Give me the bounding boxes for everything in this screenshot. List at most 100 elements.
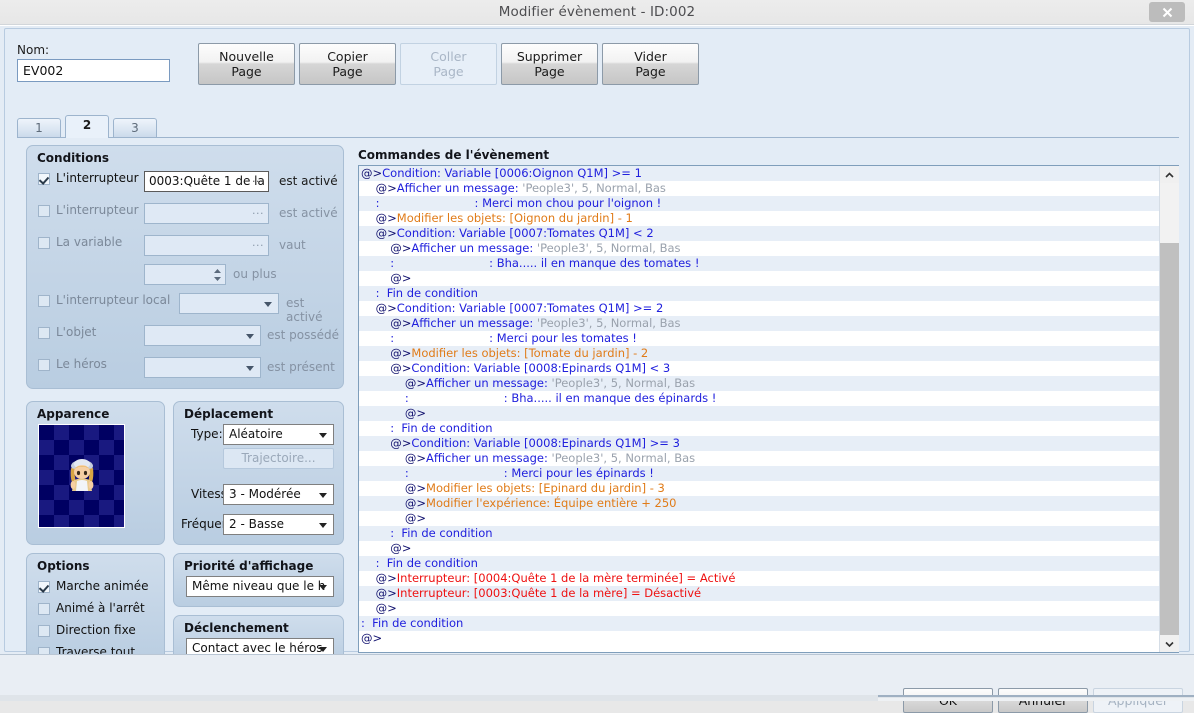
condition-checkbox-switch-2[interactable] (38, 205, 50, 217)
command-token: @> (375, 211, 397, 225)
command-token: @> (375, 601, 397, 615)
command-row[interactable]: @>Afficher un message: 'People3', 5, Nor… (359, 241, 1159, 256)
priority-select[interactable]: Même niveau que le h (186, 576, 334, 597)
command-row[interactable]: @> (359, 541, 1159, 556)
close-button[interactable] (1149, 2, 1185, 22)
condition-switch-1-field[interactable]: 0003:Quête 1 de la ··· (144, 171, 269, 192)
command-row[interactable]: @>Afficher un message: 'People3', 5, Nor… (359, 376, 1159, 391)
chevron-down-icon (246, 366, 254, 371)
command-row[interactable]: @>Modifier les objets: [Oignon du jardin… (359, 211, 1159, 226)
command-token: Condition: Variable [0007:Tomates Q1M] <… (396, 226, 654, 240)
command-row[interactable]: @>Afficher un message: 'People3', 5, Nor… (359, 181, 1159, 196)
command-row[interactable]: @> (359, 271, 1159, 286)
command-token: Afficher un message: (411, 241, 537, 255)
copy-page-button[interactable]: Copier Page (299, 43, 396, 85)
command-row[interactable]: @> (359, 601, 1159, 616)
command-row[interactable]: : : Merci pour les épinards ! (359, 466, 1159, 481)
ellipsis-icon[interactable]: ··· (252, 239, 264, 252)
ellipsis-icon[interactable]: ··· (252, 175, 264, 188)
command-row[interactable]: @>Interrupteur: [0004:Quête 1 de la mère… (359, 571, 1159, 586)
command-row[interactable]: @>Interrupteur: [0003:Quête 1 de la mère… (359, 586, 1159, 601)
command-row[interactable]: : : Merci pour les tomates ! (359, 331, 1159, 346)
command-indent (361, 226, 376, 240)
tab-page-3[interactable]: 3 (113, 118, 157, 138)
condition-local-switch-select[interactable] (179, 293, 279, 314)
command-row[interactable]: @>Modifier les objets: [Epinard du jardi… (359, 481, 1159, 496)
command-indent (361, 421, 390, 435)
new-page-button[interactable]: Nouvelle Page (198, 43, 295, 85)
command-row[interactable]: : : Bha..... il en manque des tomates ! (359, 256, 1159, 271)
scrollbar-track[interactable] (1160, 183, 1179, 635)
scroll-up-button[interactable] (1160, 166, 1179, 183)
condition-hero-suffix: est présent (267, 360, 335, 374)
condition-hero-select[interactable] (144, 357, 261, 378)
condition-checkbox-variable[interactable] (38, 237, 50, 249)
command-row[interactable]: @>Condition: Variable [0007:Tomates Q1M]… (359, 226, 1159, 241)
movement-frequency-select[interactable]: 2 - Basse (223, 514, 334, 535)
commands-list[interactable]: @>Condition: Variable [0006:Oignon Q1M] … (359, 166, 1159, 652)
stepper-up-icon[interactable] (213, 267, 222, 274)
delete-page-button[interactable]: Supprimer Page (501, 43, 598, 85)
command-token: Condition: Variable [0007:Tomates Q1M] >… (396, 301, 664, 315)
command-row[interactable]: : : Merci mon chou pour l'oignon ! (359, 196, 1159, 211)
command-indent (361, 331, 390, 345)
command-row[interactable]: @>Condition: Variable [0006:Oignon Q1M] … (359, 166, 1159, 181)
option-checkbox-stepping-animation[interactable] (38, 603, 50, 615)
condition-item-select[interactable] (144, 325, 261, 346)
command-token: @> (404, 376, 427, 390)
condition-label-switch-1: L'interrupteur (56, 171, 139, 185)
condition-variable-field[interactable]: ··· (144, 235, 269, 256)
appearance-preview[interactable] (38, 424, 125, 528)
condition-checkbox-item[interactable] (38, 327, 50, 339)
condition-checkbox-local-switch[interactable] (38, 295, 50, 307)
command-row[interactable]: @>Afficher un message: 'People3', 5, Nor… (359, 316, 1159, 331)
movement-title: Déplacement (184, 407, 274, 421)
scroll-down-button[interactable] (1160, 635, 1179, 652)
movement-speed-select[interactable]: 3 - Modérée (223, 484, 334, 505)
condition-checkbox-switch-1[interactable] (38, 173, 50, 185)
command-row[interactable]: @>Condition: Variable [0008:Epinards Q1M… (359, 361, 1159, 376)
command-row[interactable]: @>Afficher un message: 'People3', 5, Nor… (359, 451, 1159, 466)
command-row[interactable]: @>Modifier les objets: [Tomate du jardin… (359, 346, 1159, 361)
command-row[interactable]: @>Modifier l'expérience: Équipe entière … (359, 496, 1159, 511)
command-row[interactable]: : Fin de condition (359, 526, 1159, 541)
command-token: @> (390, 241, 412, 255)
chevron-down-icon (1165, 641, 1174, 647)
command-row[interactable]: : Fin de condition (359, 616, 1159, 631)
ellipsis-icon[interactable]: ··· (252, 207, 264, 220)
command-row[interactable]: : Fin de condition (359, 556, 1159, 571)
condition-switch-2-field[interactable]: ··· (144, 203, 269, 224)
command-row[interactable]: @>Condition: Variable [0008:Epinards Q1M… (359, 436, 1159, 451)
name-input[interactable] (17, 59, 170, 82)
command-row[interactable]: : : Bha..... il en manque des épinards ! (359, 391, 1159, 406)
command-token: Afficher un message: (411, 316, 537, 330)
movement-type-select[interactable]: Aléatoire (223, 424, 334, 445)
command-row[interactable]: @> (359, 406, 1159, 421)
tab-page-2[interactable]: 2 (65, 115, 109, 138)
condition-checkbox-hero[interactable] (38, 359, 50, 371)
command-row[interactable]: @>Condition: Variable [0007:Tomates Q1M]… (359, 301, 1159, 316)
command-token: Fin de condition (364, 616, 464, 630)
condition-variable-amount-stepper[interactable] (144, 264, 226, 285)
condition-label-switch-2: L'interrupteur (56, 203, 139, 217)
title-bar: Modifier évènement - ID:002 (0, 0, 1194, 25)
option-checkbox-direction-fix[interactable] (38, 625, 50, 637)
tab-page-1[interactable]: 1 (17, 118, 61, 138)
commands-scrollbar[interactable] (1159, 166, 1179, 652)
command-row[interactable]: @> (359, 631, 1159, 646)
scrollbar-thumb[interactable] (1160, 183, 1179, 243)
option-checkbox-walk-animation[interactable] (38, 581, 50, 593)
command-token: : Bha..... il en manque des épinards ! (408, 391, 717, 405)
command-token: Modifier l'expérience: Équipe entière + … (426, 496, 677, 510)
appearance-group: Apparence (26, 401, 165, 545)
command-row[interactable]: : Fin de condition (359, 421, 1159, 436)
command-token: 'People3', 5, Normal, Bas (522, 181, 666, 195)
command-token: Afficher un message: (426, 451, 552, 465)
command-row[interactable]: : Fin de condition (359, 286, 1159, 301)
conditions-title: Conditions (37, 151, 110, 165)
movement-type-label: Type: (191, 427, 223, 441)
clear-page-button[interactable]: Vider Page (602, 43, 699, 85)
command-row[interactable]: @> (359, 511, 1159, 526)
character-sprite (70, 459, 93, 491)
stepper-down-icon[interactable] (213, 275, 222, 282)
